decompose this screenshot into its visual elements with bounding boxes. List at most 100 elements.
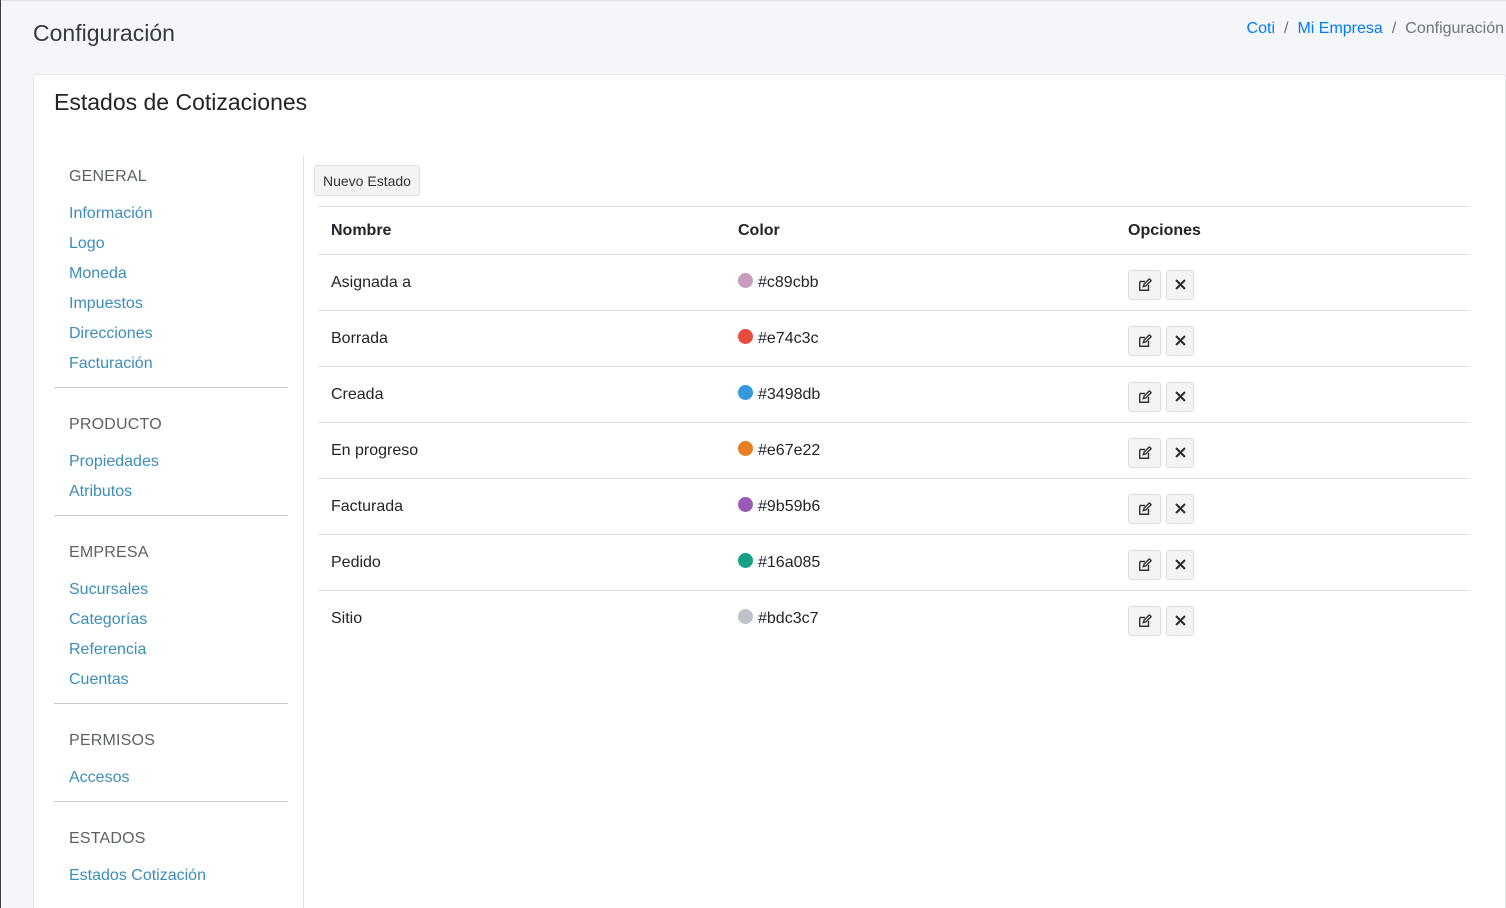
sidebar-section-divider <box>54 703 288 704</box>
close-icon <box>1175 503 1186 514</box>
sidebar-item-referencia[interactable]: Referencia <box>69 635 273 665</box>
state-options <box>1115 310 1470 367</box>
state-name: Creada <box>318 366 725 423</box>
breadcrumb-current: Configuración <box>1405 20 1504 37</box>
sidebar-section-heading: GENERAL <box>69 168 147 185</box>
delete-button[interactable] <box>1166 269 1194 300</box>
state-color-hex: #e74c3c <box>758 330 819 347</box>
edit-icon <box>1138 445 1152 460</box>
sidebar-item-logo[interactable]: Logo <box>69 229 273 259</box>
sidebar-section-heading: ESTADOS <box>69 830 146 847</box>
state-color-cell: #16a085 <box>725 534 1115 591</box>
states-content: Nuevo Estado Nombre Color Opciones Asign… <box>314 165 1470 647</box>
state-name: Sitio <box>331 609 363 627</box>
edit-button[interactable] <box>1128 269 1161 300</box>
state-options <box>1115 422 1470 479</box>
sidebar-section-heading: EMPRESA <box>69 544 149 561</box>
color-swatch <box>738 385 753 400</box>
sidebar-section-heading: PRODUCTO <box>69 416 162 433</box>
state-name: Pedido <box>318 534 725 591</box>
table-row: Creada #3498db <box>318 366 1470 423</box>
sidebar-item-cuentas[interactable]: Cuentas <box>69 665 273 695</box>
color-swatch <box>738 497 753 512</box>
color-swatch <box>738 329 753 344</box>
edit-button[interactable] <box>1128 325 1161 356</box>
color-swatch <box>738 553 753 568</box>
state-color-hex: #c89cbb <box>758 274 819 291</box>
sidebar-item-información[interactable]: Información <box>69 199 273 229</box>
sidebar-section-divider <box>54 515 288 516</box>
table-header-row: Nombre Color Opciones <box>318 206 1470 255</box>
close-icon <box>1175 391 1186 402</box>
state-color-cell: #bdc3c7 <box>725 591 1115 647</box>
state-color-hex: #16a085 <box>758 554 821 571</box>
delete-button[interactable] <box>1166 493 1194 524</box>
breadcrumb-mi-empresa[interactable]: Mi Empresa <box>1297 20 1382 38</box>
settings-sidebar: GENERAL Información Logo Moneda Impuestos Dir… <box>54 155 288 908</box>
edit-button[interactable] <box>1128 605 1161 636</box>
table-row: Pedido #16a085 <box>318 534 1470 591</box>
state-options <box>1115 478 1470 535</box>
state-name: Facturada <box>318 478 725 535</box>
sidebar-item-direcciones[interactable]: Direcciones <box>69 319 273 349</box>
sidebar-item-impuestos[interactable]: Impuestos <box>69 289 273 319</box>
close-icon <box>1175 615 1186 626</box>
table-row: Asignada a #c89cbb <box>318 254 1470 311</box>
state-color-cell: #c89cbb <box>725 254 1115 311</box>
state-options <box>1115 366 1470 423</box>
page-title: Configuración <box>33 20 175 46</box>
delete-button[interactable] <box>1166 437 1194 468</box>
breadcrumb-separator: / <box>1284 20 1289 37</box>
delete-button[interactable] <box>1166 325 1194 356</box>
sidebar-item-propiedades[interactable]: Propiedades <box>69 447 273 477</box>
edit-button[interactable] <box>1128 549 1161 580</box>
state-color-hex: #3498db <box>758 386 821 403</box>
sidebar-section-empresa: EMPRESA Sucursales Categorías Referencia Cue… <box>54 531 288 695</box>
edit-button[interactable] <box>1128 437 1161 468</box>
states-table: Nombre Color Opciones Asignada a #c89cbb… <box>318 206 1470 647</box>
table-body: Asignada a #c89cbb Borrada #e74c3c Cread… <box>318 254 1470 647</box>
delete-button[interactable] <box>1166 549 1194 580</box>
state-color-cell: #e74c3c <box>725 310 1115 367</box>
sidebar-item-moneda[interactable]: Moneda <box>69 259 273 289</box>
sidebar-section-divider <box>54 387 288 388</box>
sidebar-item-facturación[interactable]: Facturación <box>69 349 273 379</box>
edit-button[interactable] <box>1128 493 1161 524</box>
table-row: En progreso #e67e22 <box>318 422 1470 479</box>
column-header-name: Nombre <box>318 206 725 255</box>
state-color-cell: #3498db <box>725 366 1115 423</box>
edit-button[interactable] <box>1128 381 1161 412</box>
state-name: En progreso <box>318 422 725 479</box>
table-row: Sitio #bdc3c7 <box>318 591 1470 647</box>
sidebar-item-atributos[interactable]: Atributos <box>69 477 273 507</box>
breadcrumb-coti[interactable]: Coti <box>1247 20 1275 38</box>
breadcrumb-separator: / <box>1391 20 1397 37</box>
delete-button[interactable] <box>1166 605 1194 636</box>
sidebar-section-producto: PRODUCTO Propiedades Atributos <box>54 403 288 507</box>
sidebar-item-sucursales[interactable]: Sucursales <box>69 575 273 605</box>
edit-icon <box>1138 389 1152 404</box>
close-icon <box>1175 559 1186 570</box>
sidebar-section-estados: ESTADOS Estados Cotización <box>54 817 288 891</box>
new-state-button[interactable]: Nuevo Estado <box>314 165 420 196</box>
sidebar-item-estados-cotización[interactable]: Estados Cotización <box>69 861 273 891</box>
sidebar-divider <box>303 155 304 908</box>
top-border <box>1 0 1506 1</box>
sidebar-section-general: GENERAL Información Logo Moneda Impuestos Dir… <box>54 155 288 379</box>
state-options <box>1115 534 1470 591</box>
state-color-hex: #e67e22 <box>758 442 821 459</box>
breadcrumb: Coti / Mi Empresa / Configuración <box>1247 20 1504 38</box>
color-swatch <box>738 273 753 288</box>
sidebar-item-categorías[interactable]: Categorías <box>69 605 273 635</box>
color-swatch <box>738 609 753 625</box>
sidebar-item-accesos[interactable]: Accesos <box>69 763 273 793</box>
edit-icon <box>1138 333 1152 348</box>
table-row: Borrada #e74c3c <box>318 310 1470 367</box>
edit-icon <box>1138 557 1152 572</box>
state-color-cell: #e67e22 <box>725 422 1115 479</box>
delete-button[interactable] <box>1166 381 1194 412</box>
column-header-color: Color <box>725 206 1115 255</box>
state-options <box>1115 254 1470 311</box>
edit-icon <box>1138 277 1152 292</box>
column-header-options: Opciones <box>1115 206 1470 255</box>
